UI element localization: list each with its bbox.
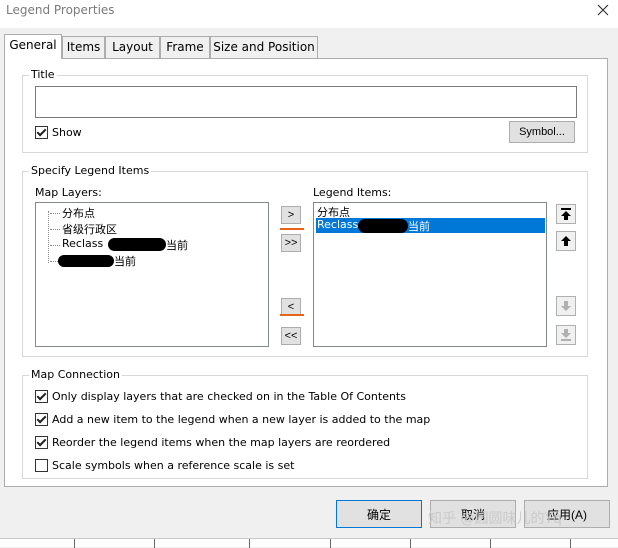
remove-all-items-button[interactable]: << [281, 327, 301, 345]
redaction-mark [358, 219, 408, 233]
title-group: Title Show Symbol... [22, 68, 588, 153]
close-icon[interactable] [596, 3, 610, 17]
symbol-button[interactable]: Symbol... [509, 121, 575, 143]
legend-item-name: Reclass [317, 218, 359, 231]
legend-items-group-label: Specify Legend Items [29, 164, 152, 177]
tab-layout[interactable]: Layout [105, 36, 160, 58]
move-to-top-icon [561, 208, 571, 220]
only-display-checked-layers-checkbox[interactable]: Only display layers that are checked on … [35, 390, 575, 406]
checkbox-box[interactable] [35, 459, 48, 472]
move-to-top-button[interactable] [556, 204, 576, 224]
title-bar: Legend Properties [0, 0, 618, 28]
legend-items-group: Specify Legend Items Map Layers: Legend … [22, 164, 588, 357]
move-up-icon [561, 236, 571, 246]
list-item-selected[interactable]: Reclass 当前 [316, 218, 545, 233]
layer-name: Reclass [62, 237, 104, 250]
annotation-underline [280, 314, 304, 316]
list-item[interactable]: Reclass 当前 [50, 237, 250, 253]
add-all-layers-button[interactable]: >> [281, 234, 301, 252]
general-tab-panel: Title Show Symbol... Specify Legend Item… [4, 58, 608, 487]
move-to-bottom-button[interactable] [556, 325, 576, 345]
show-checkbox-label: Show [52, 126, 82, 139]
redaction-mark [108, 238, 166, 251]
move-down-button[interactable] [556, 296, 576, 316]
add-new-item-checkbox[interactable]: Add a new item to the legend when a new … [35, 413, 575, 429]
watermark: 知乎 @圆圆味儿的Yq [428, 511, 562, 527]
tab-general[interactable]: General [4, 34, 62, 59]
title-group-label: Title [29, 68, 57, 81]
map-layers-list[interactable]: 分布点 省级行政区 Reclass 当前 当前 [35, 202, 269, 347]
add-layer-button[interactable]: > [281, 206, 301, 224]
checkbox-box[interactable] [35, 413, 48, 426]
list-item[interactable]: 省级行政区 [50, 221, 250, 237]
layer-name: 分布点 [62, 207, 95, 220]
show-checkbox-box[interactable] [35, 126, 48, 139]
map-connection-group-label: Map Connection [29, 368, 122, 381]
tab-frame[interactable]: Frame [160, 36, 210, 58]
list-item[interactable]: 分布点 [50, 205, 250, 221]
checkbox-label: Only display layers that are checked on … [52, 390, 406, 403]
move-down-icon [561, 301, 571, 311]
layer-name-suffix: 当前 [114, 255, 136, 268]
map-layers-label: Map Layers: [35, 186, 102, 199]
layer-name-suffix: 当前 [166, 239, 188, 252]
checkbox-label: Reorder the legend items when the map la… [52, 436, 391, 449]
window-title: Legend Properties [6, 3, 115, 17]
legend-item-name-suffix: 当前 [408, 220, 430, 233]
list-item[interactable]: 分布点 [316, 204, 516, 219]
legend-items-list[interactable]: 分布点 Reclass 当前 [313, 202, 547, 347]
tab-size-and-position[interactable]: Size and Position [210, 36, 318, 58]
background-strip [0, 538, 618, 548]
reorder-legend-items-checkbox[interactable]: Reorder the legend items when the map la… [35, 436, 575, 452]
move-up-button[interactable] [556, 231, 576, 251]
legend-items-label: Legend Items: [313, 186, 392, 199]
ok-button[interactable]: 确定 [336, 500, 422, 528]
scale-symbols-checkbox[interactable]: Scale symbols when a reference scale is … [35, 459, 575, 475]
map-connection-group: Map Connection Only display layers that … [22, 368, 588, 479]
annotation-underline [280, 228, 304, 230]
list-item[interactable]: 当前 [50, 253, 250, 269]
title-input[interactable] [35, 86, 577, 118]
checkbox-label: Add a new item to the legend when a new … [52, 413, 431, 426]
tab-items[interactable]: Items [62, 36, 105, 58]
show-title-checkbox[interactable]: Show [35, 126, 115, 142]
checkbox-label: Scale symbols when a reference scale is … [52, 459, 295, 472]
layer-name: 省级行政区 [62, 223, 117, 236]
checkbox-box[interactable] [35, 436, 48, 449]
checkbox-box[interactable] [35, 390, 48, 403]
move-to-bottom-icon [561, 329, 571, 341]
redaction-mark [58, 255, 114, 267]
